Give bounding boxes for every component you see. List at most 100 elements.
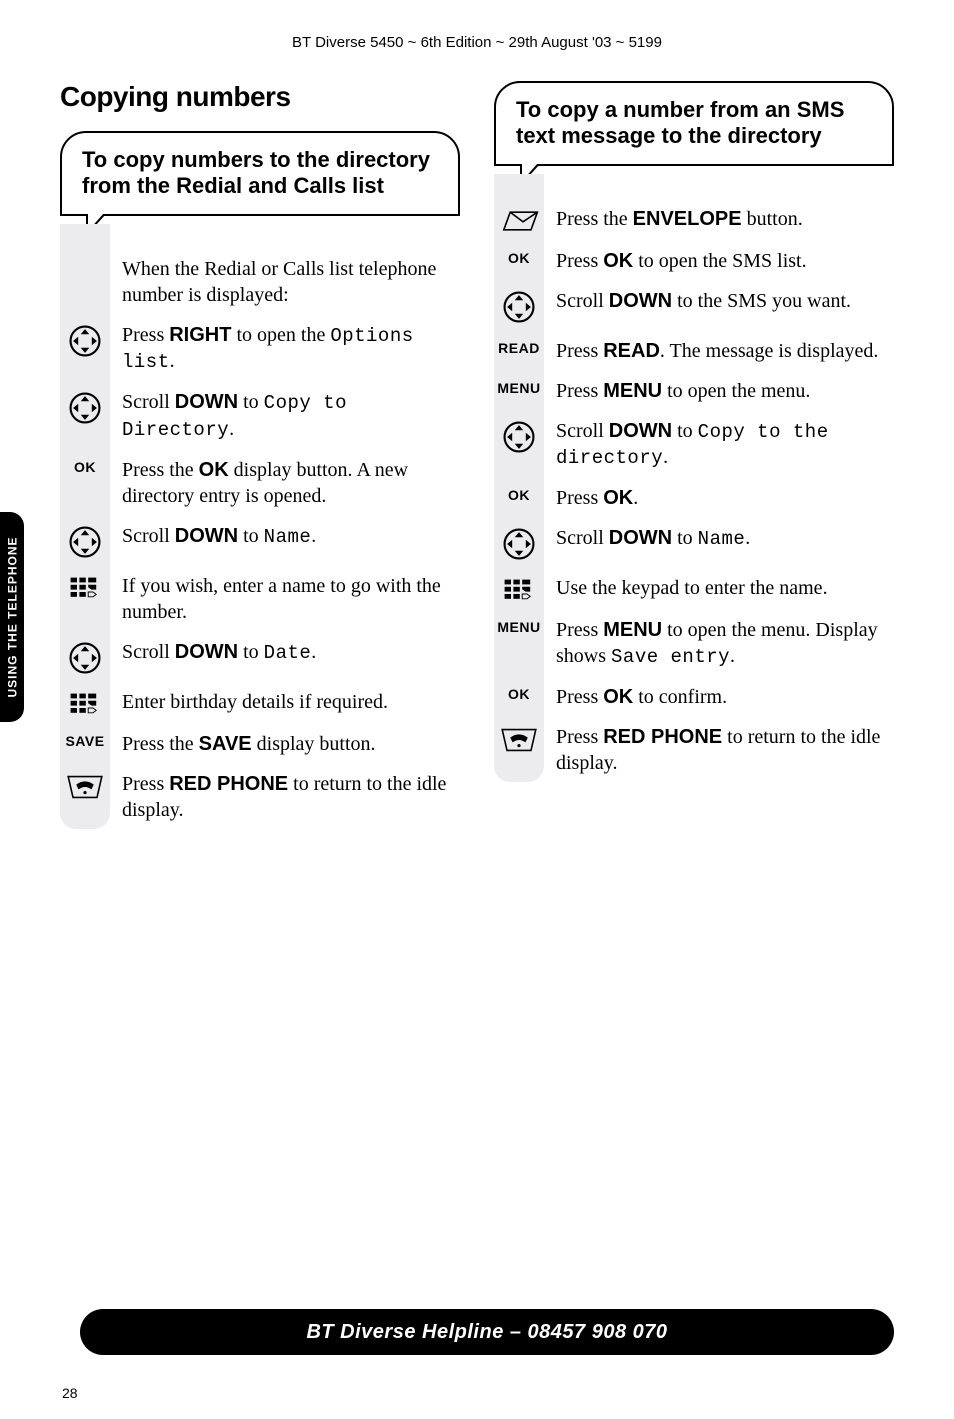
step-text: Press <box>556 340 603 362</box>
step-body: Press RIGHT to open the Options list. <box>122 320 460 375</box>
step-bold: DOWN <box>609 290 672 312</box>
step-text: . <box>170 350 175 372</box>
step-text: Scroll <box>122 525 175 547</box>
page-number: 28 <box>62 1385 78 1401</box>
nav-pad-icon <box>502 420 536 454</box>
step-icon-cell: READ <box>494 336 544 356</box>
step-body: Press the SAVE display button. <box>122 729 460 757</box>
step-label: OK <box>74 459 96 475</box>
nav-pad-icon <box>68 525 102 559</box>
step-label: READ <box>498 340 540 356</box>
callout-right: To copy a number from an SMS text messag… <box>494 81 894 166</box>
step-text: to open the SMS list. <box>633 250 806 272</box>
step-body: Scroll DOWN to Date. <box>122 637 460 666</box>
step-label: SAVE <box>65 733 104 749</box>
step-row: READ Press READ. The message is displayed… <box>494 336 894 364</box>
step-icon-cell <box>494 523 544 561</box>
step-row: Press RED PHONE to return to the idle di… <box>494 722 894 776</box>
step-text: . <box>229 418 234 440</box>
step-row: Press RIGHT to open the Options list. <box>60 320 460 375</box>
step-text: Use the keypad to enter the name. <box>556 577 828 599</box>
step-text: Press <box>556 619 603 641</box>
step-row: Scroll DOWN to Name. <box>494 523 894 561</box>
step-text: . The message is displayed. <box>660 340 878 362</box>
header-diff-line: BT Diverse 5450 ~ 6th Edition ~ 29th Aug… <box>60 34 894 51</box>
step-text: button. <box>742 208 803 230</box>
step-body: Use the keypad to enter the name. <box>556 573 894 601</box>
step-row: Scroll DOWN to Copy to Directory. <box>60 387 460 442</box>
step-text: to the SMS you want. <box>672 290 851 312</box>
step-lcd-text: Name <box>264 526 312 548</box>
step-body: Scroll DOWN to Copy to Directory. <box>122 387 460 442</box>
step-icon-cell: OK <box>494 246 544 266</box>
step-bold: DOWN <box>175 525 238 547</box>
step-text: Press <box>556 726 603 748</box>
step-row: OKPress OK to confirm. <box>494 682 894 710</box>
step-label: MENU <box>497 380 540 396</box>
step-text: Press <box>122 324 169 346</box>
step-icon-cell <box>60 387 110 425</box>
step-icon-cell: MENU <box>494 615 544 635</box>
step-row: If you wish, enter a name to go with the… <box>60 571 460 625</box>
step-bold: MENU <box>603 619 662 641</box>
step-row: Use the keypad to enter the name. <box>494 573 894 603</box>
nav-pad-icon <box>502 527 536 561</box>
step-icon-cell <box>60 254 110 258</box>
step-body: Press the ENVELOPE button. <box>556 204 894 232</box>
step-bold: OK <box>199 459 229 481</box>
step-text: to open the <box>231 324 330 346</box>
step-icon-cell <box>494 286 544 324</box>
step-text: to <box>238 641 264 663</box>
step-bold: OK <box>603 487 633 509</box>
step-text: Enter birthday details if required. <box>122 691 388 713</box>
step-lcd-text: Save entry <box>611 646 730 668</box>
step-row: OKPress OK. <box>494 483 894 511</box>
footer-helpline: BT Diverse Helpline – 08457 908 070 <box>80 1309 894 1355</box>
nav-pad-icon <box>502 290 536 324</box>
step-row: OKPress the OK display button. A new dir… <box>60 455 460 509</box>
step-body: Press RED PHONE to return to the idle di… <box>556 722 894 776</box>
step-body: Press the OK display button. A new direc… <box>122 455 460 509</box>
step-icon-cell: OK <box>494 483 544 503</box>
step-row: SAVE Press the SAVE display button. <box>60 729 460 757</box>
step-row: Scroll DOWN to Date. <box>60 637 460 675</box>
keypad-icon <box>69 691 101 717</box>
step-bold: DOWN <box>609 527 672 549</box>
step-text: Scroll <box>122 641 175 663</box>
step-text: . <box>745 527 750 549</box>
keypad-icon <box>503 577 535 603</box>
step-body: Enter birthday details if required. <box>122 687 460 715</box>
step-text: . <box>730 645 735 667</box>
step-text: to <box>672 420 698 442</box>
step-bold: ENVELOPE <box>633 208 742 230</box>
step-icon-cell: OK <box>60 455 110 475</box>
step-body: Scroll DOWN to Copy to the directory. <box>556 416 894 471</box>
step-text: Scroll <box>556 290 609 312</box>
step-row: When the Redial or Calls list telephone … <box>60 254 460 308</box>
step-text: Scroll <box>556 527 609 549</box>
step-text: Press the <box>556 208 633 230</box>
step-bold: OK <box>603 250 633 272</box>
step-body: Press READ. The message is displayed. <box>556 336 894 364</box>
step-body: Press MENU to open the menu. <box>556 376 894 404</box>
step-text: When the Redial or Calls list telephone … <box>122 258 436 306</box>
side-tab: USING THE TELEPHONE <box>0 512 24 722</box>
step-row: MENUPress MENU to open the menu. Display… <box>494 615 894 670</box>
step-lcd-text: Date <box>264 642 312 664</box>
step-bold: RIGHT <box>169 324 231 346</box>
step-bold: DOWN <box>175 641 238 663</box>
step-bold: DOWN <box>609 420 672 442</box>
step-lcd-text: Name <box>698 528 746 550</box>
step-icon-cell: SAVE <box>60 729 110 749</box>
step-row: Press the ENVELOPE button. <box>494 204 894 234</box>
step-text: Press <box>556 250 603 272</box>
keypad-icon <box>69 575 101 601</box>
step-body: Press MENU to open the menu. Display sho… <box>556 615 894 670</box>
step-body: Scroll DOWN to Name. <box>556 523 894 552</box>
step-icon-cell <box>60 320 110 358</box>
step-text: Scroll <box>122 391 175 413</box>
step-text: . <box>633 487 638 509</box>
step-label: MENU <box>497 619 540 635</box>
step-row: OKPress OK to open the SMS list. <box>494 246 894 274</box>
step-text: to confirm. <box>633 686 727 708</box>
